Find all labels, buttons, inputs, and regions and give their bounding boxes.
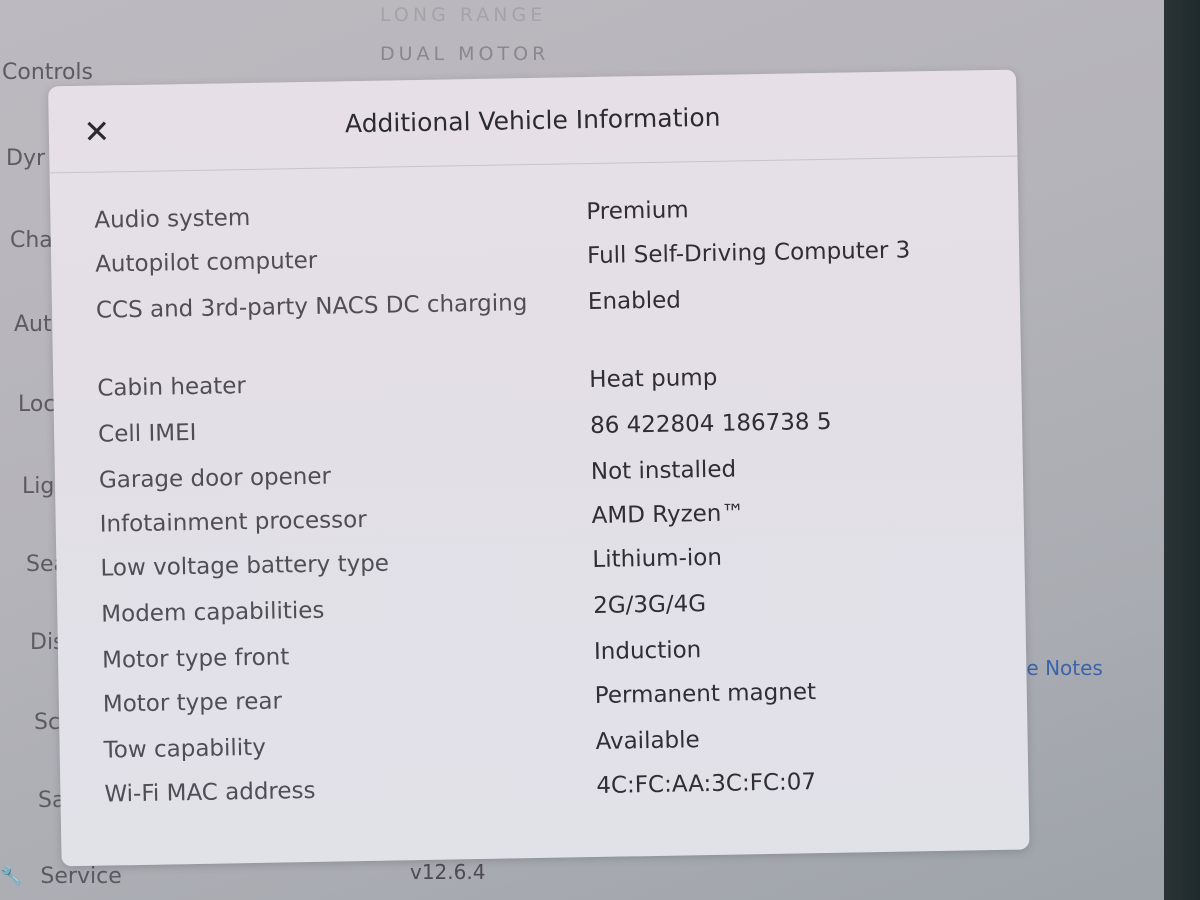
additional-vehicle-info-modal: ✕ Additional Vehicle Information Audio s…	[48, 69, 1030, 867]
sidebar-item-label: Dyr	[6, 146, 46, 171]
modal-header: ✕ Additional Vehicle Information	[48, 69, 1018, 174]
sidebar-item-label: Loc	[18, 392, 56, 417]
info-row-label: Audio system	[94, 204, 251, 234]
info-row-value: Premium	[586, 197, 689, 226]
sidebar-item-label: Service	[40, 864, 122, 889]
sidebar-item[interactable]: Dyr	[6, 146, 45, 171]
sidebar-item-label: Aut	[14, 312, 52, 337]
modal-title: Additional Vehicle Information	[344, 102, 721, 139]
sidebar-item-label: Lig	[22, 474, 55, 499]
info-row-value: Enabled	[587, 287, 682, 316]
screen-bezel	[1164, 0, 1200, 900]
sidebar-item[interactable]: Controls	[2, 60, 93, 85]
sidebar-item-service[interactable]: 🔧 Service	[0, 864, 122, 889]
info-row-value: Lithium-ion	[592, 544, 723, 574]
info-row-value: Not installed	[590, 456, 737, 486]
info-row-value: Available	[595, 727, 700, 755]
info-row-value: Permanent magnet	[594, 679, 817, 709]
info-row-value: 4C:FC:AA:3C:FC:07	[596, 769, 817, 799]
trim-badge-line1: LONG RANGE	[380, 4, 547, 26]
sidebar-item[interactable]: Lig	[22, 474, 54, 499]
info-row-value: Full Self-Driving Computer 3	[586, 237, 911, 270]
release-notes-link[interactable]: se Notes	[1016, 656, 1103, 680]
vehicle-info-list: Audio system Premium Autopilot computer Ful…	[94, 190, 985, 823]
info-row-value: 86 422804 186738 5	[589, 408, 832, 440]
wrench-icon: 🔧	[0, 866, 23, 887]
sidebar-item[interactable]: Cha	[10, 228, 53, 253]
sidebar-item[interactable]: Loc	[18, 392, 55, 417]
sidebar-item-label: Controls	[2, 60, 93, 85]
info-row-value: Heat pump	[589, 364, 718, 394]
sidebar-item[interactable]: Aut	[14, 312, 52, 337]
info-row-value: Induction	[593, 637, 702, 666]
info-row-value: 2G/3G/4G	[592, 591, 707, 620]
info-row-value: AMD Ryzen™	[591, 500, 745, 530]
software-version: v12.6.4	[410, 860, 486, 884]
trim-badge-line2: DUAL MOTOR	[380, 43, 550, 65]
sidebar-item-label: Cha	[10, 228, 53, 253]
